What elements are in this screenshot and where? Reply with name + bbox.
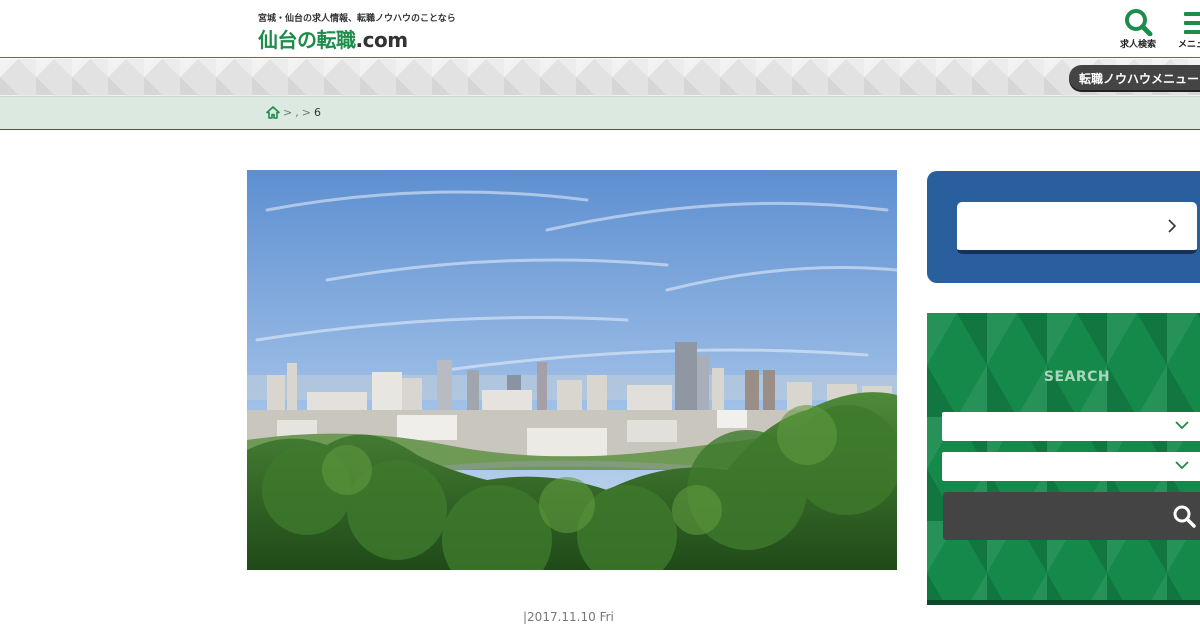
search-icon	[1125, 9, 1153, 36]
chevron-down-icon	[1175, 461, 1189, 470]
knowhow-menu-button[interactable]: 転職ノウハウメニュー	[1069, 65, 1200, 90]
breadcrumb-separator: >	[283, 106, 293, 119]
search-select-category[interactable]	[942, 452, 1200, 481]
job-search-button[interactable]: 求人検索	[1114, 8, 1162, 54]
job-search-label: 求人検索	[1119, 40, 1156, 50]
logo-main-text: 仙台の転職	[258, 28, 356, 52]
breadcrumb-item[interactable]: ,	[295, 106, 299, 119]
site-logo[interactable]: 仙台の転職.com	[258, 24, 408, 53]
pattern-band	[0, 59, 1200, 96]
article-date: |2017.11.10 Fri	[523, 610, 614, 624]
breadcrumb-separator: >	[301, 106, 311, 119]
sidebar-search-widget: SEARCH	[927, 313, 1200, 605]
home-icon[interactable]	[266, 106, 280, 119]
search-submit-button[interactable]	[943, 492, 1200, 540]
chevron-right-icon	[1168, 219, 1177, 233]
article-hero-image	[247, 170, 897, 570]
hamburger-menu-icon	[1184, 12, 1200, 34]
menu-label: メニュー	[1177, 40, 1200, 50]
site-tagline: 宮城・仙台の求人情報、転職ノウハウのことなら	[258, 14, 456, 24]
breadcrumb: > , > 6	[0, 96, 1200, 130]
sidebar-blue-widget	[927, 171, 1200, 283]
search-icon	[1173, 505, 1196, 528]
menu-button[interactable]: メニュー	[1172, 8, 1200, 54]
site-header: 宮城・仙台の求人情報、転職ノウハウのことなら 仙台の転職.com 求人検索 メニ…	[0, 0, 1200, 58]
chevron-down-icon	[1175, 421, 1189, 430]
breadcrumb-current: 6	[313, 106, 321, 119]
logo-domain-text: .com	[355, 28, 409, 52]
sidebar-link-box[interactable]	[957, 202, 1197, 254]
search-widget-title: SEARCH	[1043, 369, 1111, 385]
search-select-area[interactable]	[942, 412, 1200, 441]
cityscape-photo	[247, 170, 897, 570]
